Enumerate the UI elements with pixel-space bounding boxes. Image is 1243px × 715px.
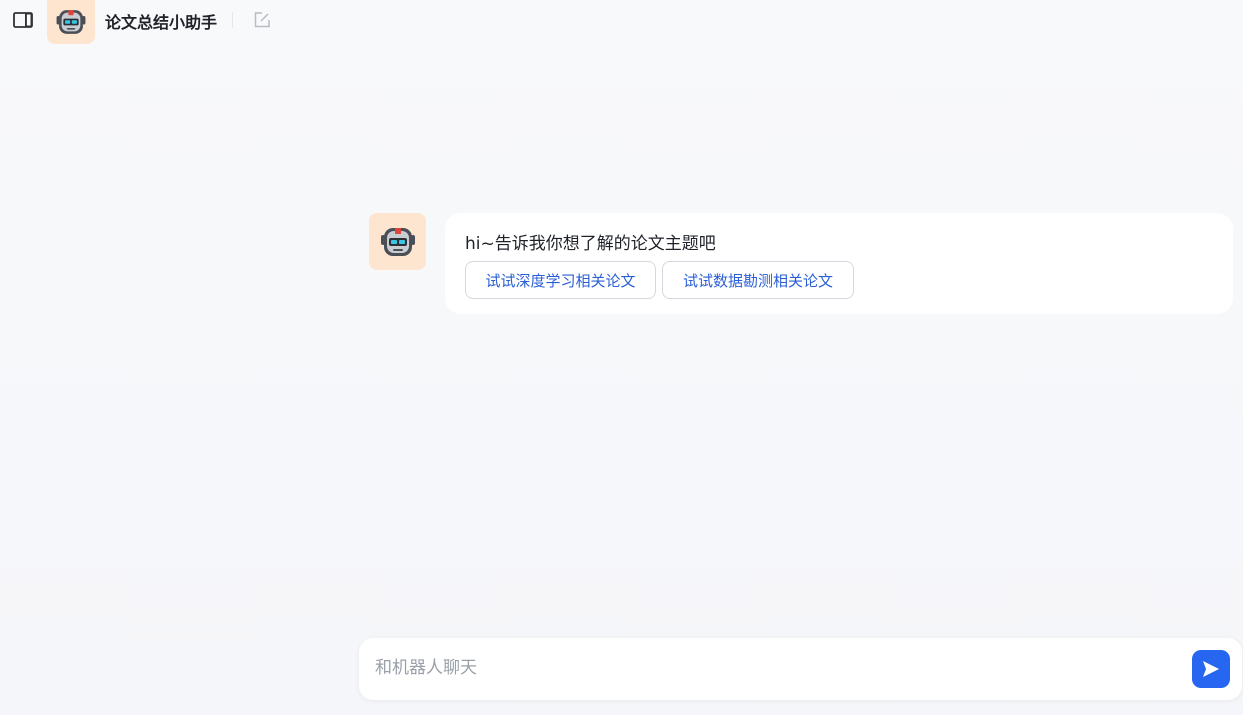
edit-icon[interactable] (252, 10, 272, 30)
divider (232, 12, 233, 28)
page-title: 论文总结小助手 (105, 13, 218, 32)
app-window: 论文总结小助手 hi~告诉我你想了解的论文主题吧 试试深度学习相关论文 试试数据… (0, 0, 1243, 715)
sidebar-toggle-icon[interactable] (12, 10, 34, 30)
robot-icon (47, 0, 95, 44)
composer (359, 638, 1242, 700)
chat-input[interactable] (375, 652, 1175, 684)
suggestion-button-deep-learning[interactable]: 试试深度学习相关论文 (465, 261, 656, 299)
suggestion-list: 试试深度学习相关论文 试试数据勘测相关论文 (465, 261, 854, 299)
robot-icon (369, 213, 426, 270)
send-button[interactable] (1192, 650, 1230, 688)
header: 论文总结小助手 (0, 0, 1243, 44)
suggestion-button-data-survey[interactable]: 试试数据勘测相关论文 (662, 261, 854, 299)
message-text: hi~告诉我你想了解的论文主题吧 (465, 234, 716, 254)
send-icon (1203, 661, 1219, 677)
bot-message-bubble: hi~告诉我你想了解的论文主题吧 试试深度学习相关论文 试试数据勘测相关论文 (445, 213, 1233, 314)
